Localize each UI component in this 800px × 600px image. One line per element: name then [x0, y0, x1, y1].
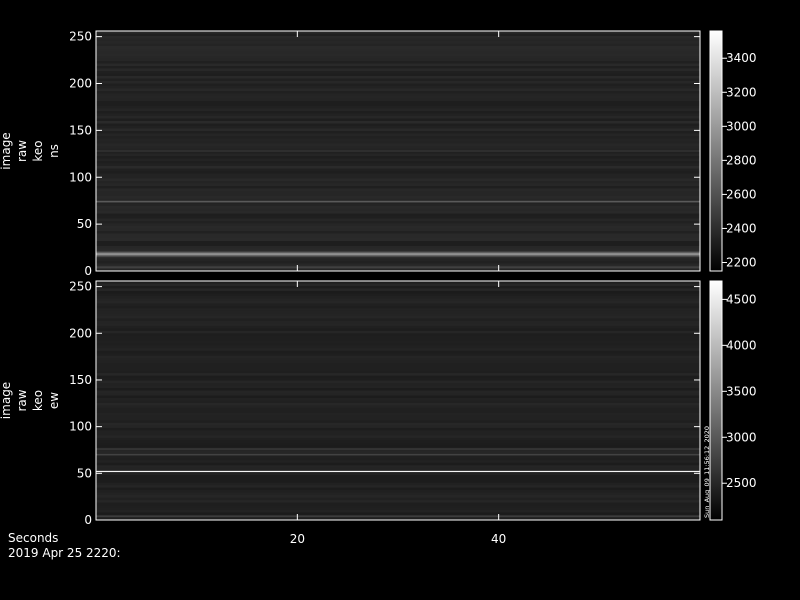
- x-tick-label: 40: [491, 532, 506, 546]
- y-tick-label: 0: [84, 264, 92, 278]
- y-tick-label: 150: [69, 373, 92, 387]
- date-label: 2019 Apr 25 2220:: [8, 546, 121, 560]
- y-tick-label: 250: [69, 280, 92, 294]
- y-axis-label-line: keo: [31, 140, 45, 161]
- y-axis-label: image raw keo ew: [0, 382, 61, 419]
- colorbar-tick-label: 3000: [726, 119, 757, 133]
- heatmap-band-core: [96, 515, 700, 517]
- y-axis-label-line: ew: [47, 392, 61, 409]
- y-axis-label-line: image: [0, 132, 13, 169]
- colorbar-tick-label: 2400: [726, 221, 757, 235]
- colorbar: [709, 280, 723, 521]
- y-tick-label: 100: [69, 170, 92, 184]
- y-tick-label: 100: [69, 420, 92, 434]
- x-tick-label: 20: [290, 532, 305, 546]
- y-tick-label: 200: [69, 77, 92, 91]
- heatmap-band-core: [96, 454, 700, 456]
- colorbar-tick-label: 2500: [726, 476, 757, 490]
- heatmap-band-core: [96, 201, 700, 203]
- y-axis-label-line: keo: [31, 390, 45, 411]
- timestamp-stamp: Sun_Aug_09_11:56:12_2020: [703, 426, 711, 518]
- colorbar-tick-label: 2600: [726, 187, 757, 201]
- colorbar-tick-label: 4000: [726, 338, 757, 352]
- y-axis-label-line: image: [0, 382, 13, 419]
- colorbar-tick-label: 2800: [726, 153, 757, 167]
- heatmap-band-core: [96, 448, 700, 450]
- colorbar: [709, 30, 723, 272]
- colorbar-tick-label: 3200: [726, 85, 757, 99]
- heatmap-band-core: [96, 266, 700, 268]
- heatmap-band-core: [96, 150, 700, 152]
- colorbar-tick-label: 3000: [726, 430, 757, 444]
- x-axis-label: Seconds: [8, 531, 59, 545]
- y-tick-label: 250: [69, 30, 92, 44]
- y-tick-label: 200: [69, 326, 92, 340]
- colorbar-tick-label: 2200: [726, 255, 757, 269]
- y-tick-label: 0: [84, 513, 92, 527]
- y-tick-label: 150: [69, 123, 92, 137]
- keogram-figure: 050100150200250image raw keo ns220024002600…: [0, 30, 757, 546]
- colorbar-tick-label: 4500: [726, 292, 757, 306]
- colorbar-tick-label: 3500: [726, 384, 757, 398]
- y-tick-label: 50: [77, 466, 92, 480]
- panel-2: 0 50 100 150 200 250 image raw keo ew 2500 3000 3500…: [0, 280, 757, 546]
- y-axis-label-line: ns: [47, 144, 61, 158]
- panel-1: 0 50 100 150 200 250 image raw keo ns 2200 2400 2600…: [0, 30, 757, 278]
- y-axis-label: image raw keo ns: [0, 132, 61, 169]
- y-axis-label-line: raw: [15, 389, 29, 411]
- colorbar-tick-label: 3400: [726, 51, 757, 65]
- heatmap-band-core: [96, 253, 700, 256]
- y-tick-label: 50: [77, 217, 92, 231]
- y-axis-label-line: raw: [15, 140, 29, 162]
- heatmap-band-core: [96, 470, 700, 472]
